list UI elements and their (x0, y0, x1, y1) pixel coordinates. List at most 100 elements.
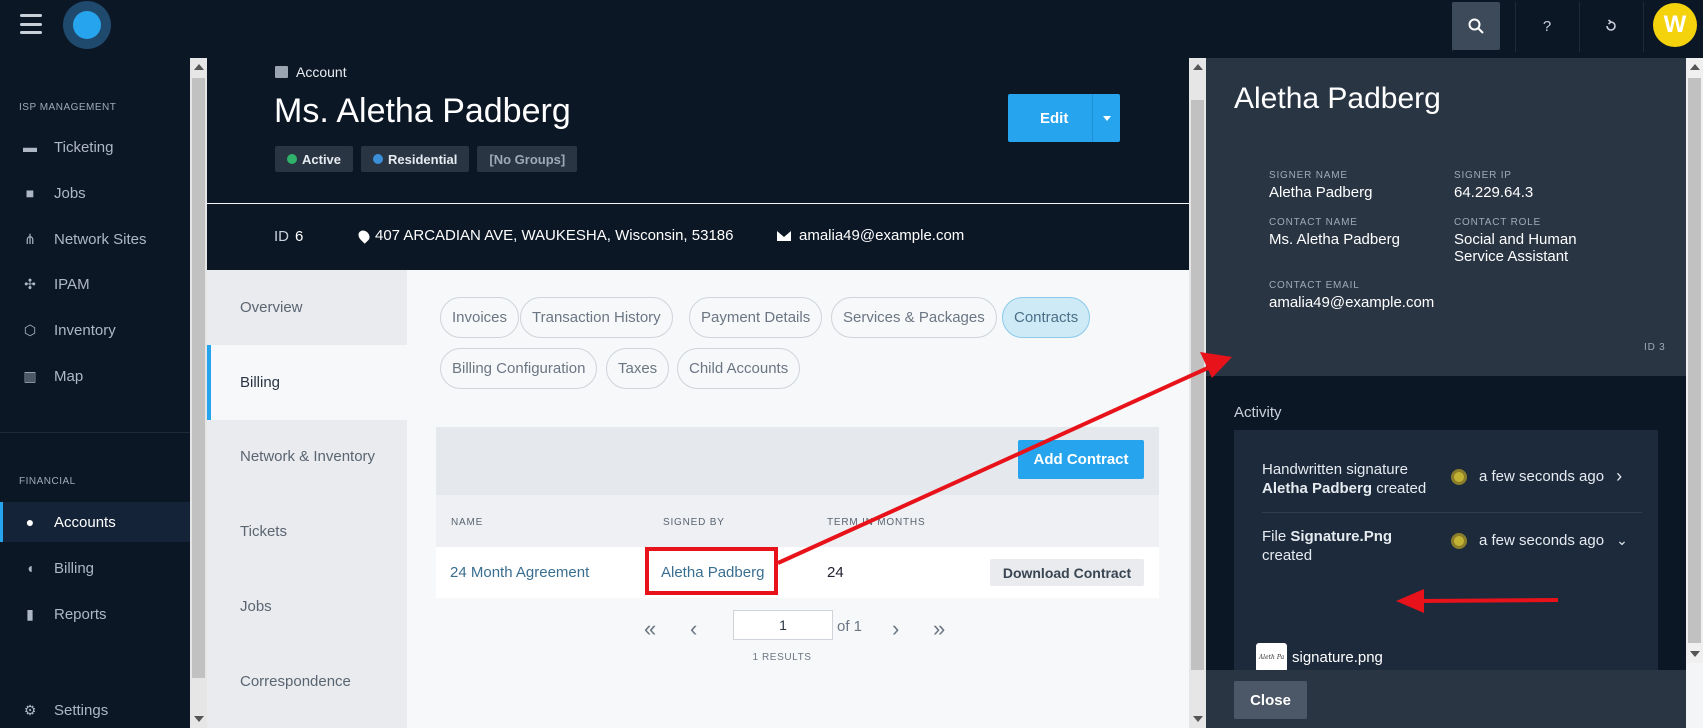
activity-timestamp: a few seconds ago (1479, 532, 1605, 549)
sidebar-item-label: Jobs (54, 184, 86, 202)
activity-text: created (1262, 547, 1313, 564)
table-toolbar: Add Contract (436, 427, 1159, 495)
activity-avatar-icon (1451, 532, 1467, 549)
sidebar-item-label: Map (54, 367, 84, 385)
tab-billing[interactable]: Billing (207, 345, 407, 420)
main-scrollbar[interactable] (1189, 58, 1206, 728)
scrollbar-thumb[interactable] (1688, 78, 1701, 643)
column-header-name[interactable]: NAME (451, 517, 483, 528)
sidebar-item-label: IPAM (54, 275, 90, 293)
status-badge: Active (275, 146, 354, 172)
history-button[interactable] (1587, 2, 1635, 50)
sidebar-item-map[interactable]: ▥ Map (0, 356, 190, 396)
app-logo[interactable] (63, 1, 111, 49)
scroll-down-arrow-icon[interactable] (1690, 651, 1700, 657)
sidebar-item-jobs[interactable]: ■ Jobs (0, 173, 190, 213)
prev-page-button[interactable]: ‹ (690, 616, 697, 642)
tab-correspondence[interactable]: Correspondence (207, 644, 407, 719)
chevron-right-icon[interactable]: › (1616, 466, 1622, 487)
scrollbar-thumb[interactable] (192, 78, 205, 678)
gear-icon: ⚙ (23, 701, 37, 718)
sidebar-item-inventory[interactable]: ⬡ Inventory (0, 310, 190, 350)
activity-time: a few seconds ago › (1451, 466, 1622, 487)
groups-badge: [No Groups] (477, 146, 578, 172)
tab-billing-configuration[interactable]: Billing Configuration (440, 348, 598, 389)
contact-role-field: CONTACT ROLE Social and Human Service As… (1454, 217, 1604, 265)
next-page-button[interactable]: › (892, 616, 899, 642)
tab-overview[interactable]: Overview (207, 270, 407, 345)
tab-services-packages[interactable]: Services & Packages (831, 297, 997, 338)
signature-file[interactable]: Aleth Pa signature.png (1256, 643, 1383, 672)
box-icon: ⬡ (23, 321, 37, 338)
table-row: 24 Month Agreement Aletha Padberg 24 Dow… (436, 547, 1159, 598)
hamburger-menu-icon[interactable] (20, 14, 42, 34)
page-number-input[interactable] (733, 610, 833, 640)
close-button[interactable]: Close (1234, 681, 1307, 719)
scroll-down-arrow-icon[interactable] (1193, 716, 1203, 722)
sidebar-item-accounts[interactable]: ● Accounts (0, 502, 190, 542)
sidebar-section-financial: FINANCIAL (19, 476, 76, 487)
signer-name-field: SIGNER NAME Aletha Padberg (1269, 170, 1372, 201)
last-page-button[interactable]: » (933, 616, 945, 642)
sidebar-item-settings[interactable]: ⚙ Settings (0, 690, 190, 728)
edit-dropdown-chevron-icon[interactable] (1092, 94, 1120, 142)
badge-label: Active (302, 151, 342, 167)
divider (1643, 2, 1644, 52)
add-contract-button[interactable]: Add Contract (1018, 440, 1144, 479)
sidebar-item-label: Ticketing (54, 138, 114, 156)
sidebar-scrollbar[interactable] (190, 58, 207, 728)
account-email[interactable]: amalia49@example.com (777, 227, 964, 244)
first-page-button[interactable]: « (644, 616, 656, 642)
field-value: Social and Human Service Assistant (1454, 231, 1577, 265)
sidebar-item-billing[interactable]: ◖ Billing (0, 548, 190, 588)
scroll-up-arrow-icon[interactable] (1193, 64, 1203, 70)
contract-name-link[interactable]: 24 Month Agreement (450, 564, 589, 581)
field-value: Ms. Aletha Padberg (1269, 231, 1400, 248)
panel-footer: Close (1206, 670, 1686, 728)
download-contract-button[interactable]: Download Contract (990, 559, 1144, 586)
tab-contracts[interactable]: Contracts (1002, 297, 1091, 338)
scroll-down-arrow-icon[interactable] (194, 716, 204, 722)
file-name[interactable]: signature.png (1292, 649, 1383, 666)
divider (1515, 2, 1516, 52)
badge-label: Residential (388, 151, 458, 167)
sidebar-item-reports[interactable]: ▮ Reports (0, 594, 190, 634)
user-avatar[interactable]: W (1653, 3, 1697, 47)
tab-network-inventory[interactable]: Network & Inventory (207, 419, 407, 494)
tab-tickets[interactable]: Tickets (207, 494, 407, 569)
help-button[interactable]: ? (1523, 2, 1571, 50)
column-header-signed-by[interactable]: SIGNED BY (663, 517, 725, 528)
search-icon (1468, 18, 1484, 34)
scrollbar-thumb[interactable] (1191, 100, 1204, 670)
column-header-term[interactable]: TERM IN MONTHS (827, 517, 925, 528)
sidebar-item-network-sites[interactable]: ⋔ Network Sites (0, 219, 190, 259)
account-address-text: 407 ARCADIAN AVE, WAUKESHA, Wisconsin, 5… (375, 227, 734, 244)
account-id: ID 6 (274, 228, 303, 245)
tab-invoices[interactable]: Invoices (440, 297, 520, 338)
search-button[interactable] (1452, 2, 1500, 50)
field-label: CONTACT NAME (1269, 217, 1358, 228)
account-label: Account (275, 64, 347, 80)
ipam-icon: ✣ (24, 275, 36, 292)
file-thumbnail: Aleth Pa (1256, 643, 1287, 672)
panel-title: Aletha Padberg (1234, 82, 1441, 115)
sidebar-item-label: Accounts (54, 513, 116, 531)
contact-email-field: CONTACT EMAIL amalia49@example.com (1269, 280, 1434, 311)
panel-scrollbar[interactable] (1686, 58, 1703, 663)
sidebar-item-ticketing[interactable]: ▬ Ticketing (0, 127, 190, 167)
chevron-down-icon[interactable]: ⌄ (1616, 532, 1628, 549)
signer-ip-field: SIGNER IP 64.229.64.3 (1454, 170, 1533, 201)
sidebar-item-ipam[interactable]: ✣ IPAM (0, 264, 190, 304)
account-address[interactable]: 407 ARCADIAN AVE, WAUKESHA, Wisconsin, 5… (356, 227, 734, 244)
tab-taxes[interactable]: Taxes (606, 348, 670, 389)
top-bar: ? W (0, 0, 1703, 58)
map-icon: ▥ (23, 367, 37, 384)
tab-jobs[interactable]: Jobs (207, 569, 407, 644)
tab-child-accounts[interactable]: Child Accounts (677, 348, 801, 389)
tab-payment-details[interactable]: Payment Details (689, 297, 823, 338)
scroll-up-arrow-icon[interactable] (194, 64, 204, 70)
activity-text: created (1376, 480, 1427, 497)
scroll-up-arrow-icon[interactable] (1690, 64, 1700, 70)
tab-transaction-history[interactable]: Transaction History (520, 297, 673, 338)
field-label: CONTACT EMAIL (1269, 280, 1360, 291)
